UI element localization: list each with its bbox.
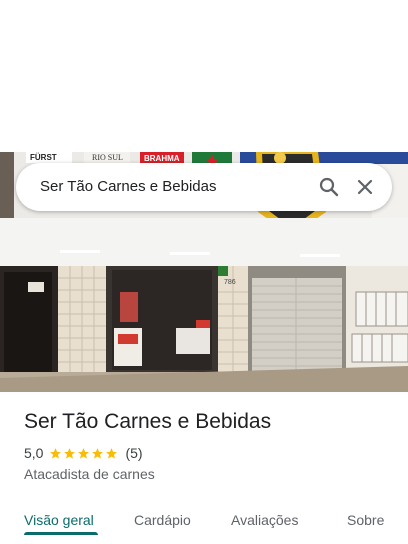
search-bar[interactable]: Ser Tão Carnes e Bebidas — [16, 163, 392, 211]
close-icon[interactable] — [353, 175, 377, 199]
star-icon — [106, 447, 118, 459]
tab-about[interactable]: Sobre — [347, 512, 384, 528]
search-icon[interactable] — [317, 175, 341, 199]
map-blank-area — [0, 0, 408, 152]
tab-menu[interactable]: Cardápio — [134, 512, 191, 528]
place-category: Atacadista de carnes — [24, 466, 155, 482]
sign-furst: FÜRST — [30, 153, 57, 162]
place-title: Ser Tão Carnes e Bebidas — [24, 410, 272, 433]
sign-brahma: BRAHMA — [144, 154, 180, 163]
rating-value: 5,0 — [24, 445, 44, 461]
place-tabs: Visão geral Cardápio Avaliações Sobre — [0, 500, 408, 544]
star-icon — [78, 447, 90, 459]
tab-reviews[interactable]: Avaliações — [231, 512, 298, 528]
door-number: 786 — [224, 279, 236, 286]
tab-overview[interactable]: Visão geral — [24, 512, 94, 528]
search-query[interactable]: Ser Tão Carnes e Bebidas — [40, 163, 217, 211]
sign-rio-sul: RIO SUL — [92, 153, 123, 162]
star-icon — [64, 447, 76, 459]
star-icon — [92, 447, 104, 459]
rating-row[interactable]: 5,0 (5) — [24, 444, 143, 462]
star-icon — [50, 447, 62, 459]
place-info-panel: Ser Tão Carnes e Bebidas 5,0 (5) Atacadi… — [0, 392, 408, 544]
star-rating — [49, 447, 119, 460]
review-count[interactable]: (5) — [125, 445, 142, 461]
active-tab-indicator — [24, 532, 98, 535]
